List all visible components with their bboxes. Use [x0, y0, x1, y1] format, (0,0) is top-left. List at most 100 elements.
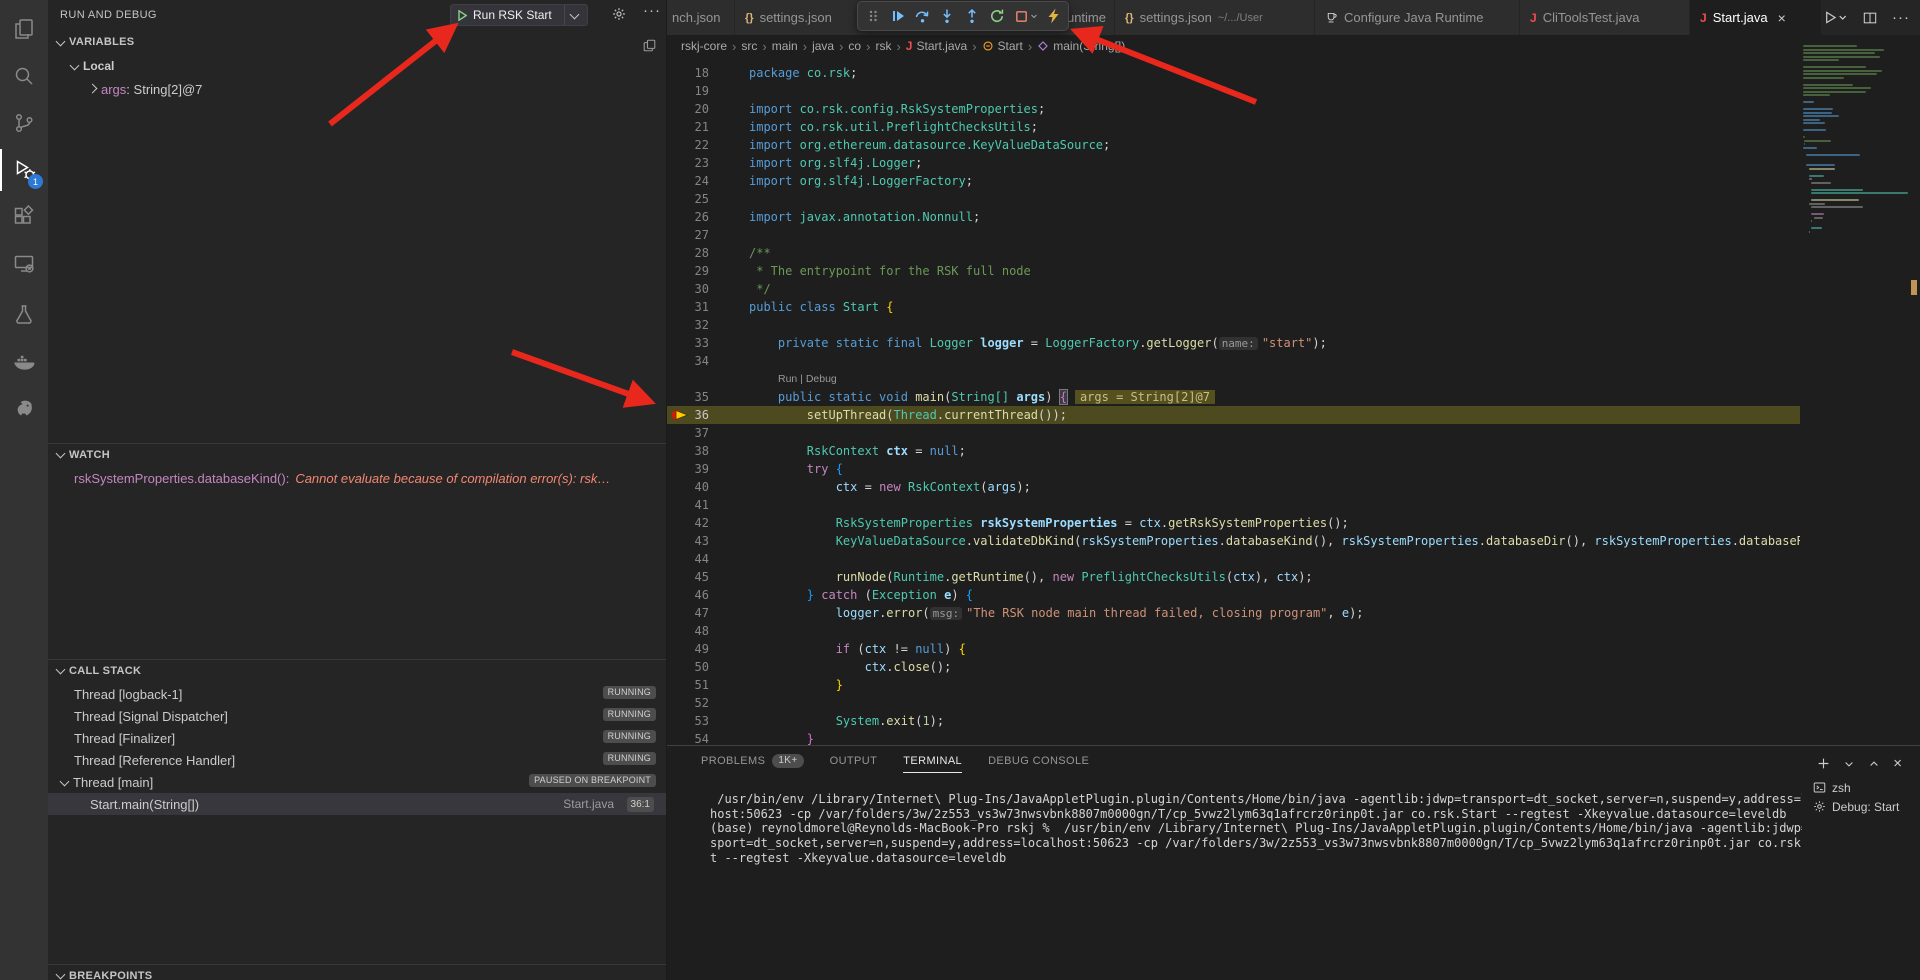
activity-bar-run-and-debug[interactable]: 1 — [0, 149, 48, 191]
debug-step-out-button[interactable] — [960, 4, 984, 28]
minimap[interactable] — [1800, 40, 1905, 680]
watch-expression-row[interactable]: rskSystemProperties.databaseKind(): Cann… — [48, 467, 662, 489]
activity-bar-docker[interactable] — [0, 340, 48, 382]
activity-bar-source-control[interactable] — [0, 102, 48, 144]
line-number[interactable]: 41 — [667, 496, 709, 514]
tab-clitoolstest-java[interactable]: JCliToolsTest.java — [1520, 0, 1690, 35]
sidebar-more-actions-icon[interactable]: ··· — [643, 2, 661, 19]
split-editor-icon[interactable] — [1863, 11, 1877, 25]
line-number[interactable]: 39 — [667, 460, 709, 478]
activity-bar-remote-explorer[interactable] — [0, 243, 48, 285]
line-number[interactable]: 51 — [667, 676, 709, 694]
debug-drag-handle-button[interactable] — [861, 4, 885, 28]
debug-settings-gear-icon[interactable] — [612, 7, 626, 21]
line-number[interactable]: 26 — [667, 208, 709, 226]
watch-section-header[interactable]: WATCH — [48, 443, 666, 465]
line-number[interactable]: 18 — [667, 64, 709, 82]
line-number[interactable]: 35 — [667, 388, 709, 406]
line-number[interactable]: 19 — [667, 82, 709, 100]
line-number[interactable]: 30 — [667, 280, 709, 298]
activity-bar-gradle[interactable] — [0, 386, 48, 428]
terminal-dropdown-icon[interactable] — [1843, 758, 1855, 770]
run-rsk-start-button[interactable]: Run RSK Start — [450, 4, 588, 26]
debug-step-over-button[interactable] — [911, 4, 935, 28]
line-number[interactable]: 45 — [667, 568, 709, 586]
line-number[interactable]: 38 — [667, 442, 709, 460]
line-number[interactable]: 50 — [667, 658, 709, 676]
line-number[interactable]: 24 — [667, 172, 709, 190]
line-number[interactable]: 46 — [667, 586, 709, 604]
breadcrumb-start-java[interactable]: JStart.java — [906, 39, 967, 53]
new-terminal-icon[interactable] — [1817, 757, 1830, 770]
code-editor[interactable]: 18package co.rsk;1920import co.rsk.confi… — [667, 57, 1800, 745]
breadcrumb-java[interactable]: java — [812, 39, 834, 53]
panel-tab-debug-console[interactable]: DEBUG CONSOLE — [988, 755, 1089, 773]
call-stack-section-header[interactable]: CALL STACK — [48, 659, 666, 681]
line-number[interactable]: 37 — [667, 424, 709, 442]
more-actions-icon[interactable]: ··· — [1892, 9, 1910, 26]
line-number[interactable]: 34 — [667, 352, 709, 370]
breakpoints-section-header[interactable]: BREAKPOINTS — [48, 964, 666, 980]
copy-icon[interactable] — [643, 39, 656, 52]
line-number[interactable]: 53 — [667, 712, 709, 730]
call-stack-thread-thread-finalizer[interactable]: Thread [Finalizer]RUNNING — [48, 727, 666, 749]
tab-start-java[interactable]: JStart.java× — [1690, 0, 1822, 35]
breadcrumb-main[interactable]: main — [772, 39, 798, 53]
line-number[interactable]: 27 — [667, 226, 709, 244]
call-stack-thread-thread-logback-1[interactable]: Thread [logback-1]RUNNING — [48, 683, 666, 705]
terminal-output[interactable]: /usr/bin/env /Library/Internet\ Plug-Ins… — [710, 792, 1802, 865]
breadcrumb-start[interactable]: Start — [982, 39, 1023, 53]
tab-settings-json[interactable]: {}settings.json — [735, 0, 870, 35]
breadcrumb-src[interactable]: src — [741, 39, 757, 53]
run-or-debug-icon[interactable] — [1824, 11, 1848, 24]
maximize-panel-icon[interactable] — [1868, 758, 1880, 770]
line-number[interactable]: 31 — [667, 298, 709, 316]
breadcrumb-co[interactable]: co — [848, 39, 861, 53]
line-number[interactable]: 43 — [667, 532, 709, 550]
line-number[interactable]: 28 — [667, 244, 709, 262]
line-number[interactable]: 22 — [667, 136, 709, 154]
activity-bar-extensions[interactable] — [0, 196, 48, 238]
line-number[interactable]: 42 — [667, 514, 709, 532]
terminal-list-item-debug-start[interactable]: Debug: Start — [1805, 797, 1920, 816]
activity-bar-testing[interactable] — [0, 294, 48, 336]
panel-tab-output[interactable]: OUTPUT — [830, 755, 878, 773]
breadcrumb-rsk[interactable]: rsk — [875, 39, 891, 53]
tab-configure-java-runtime[interactable]: Configure Java Runtime — [1315, 0, 1520, 35]
line-number[interactable]: 33 — [667, 334, 709, 352]
panel-tab-problems[interactable]: PROBLEMS1K+ — [701, 754, 804, 774]
activity-bar-explorer[interactable] — [0, 8, 48, 50]
call-stack-thread-thread-signal-dispatcher[interactable]: Thread [Signal Dispatcher]RUNNING — [48, 705, 666, 727]
debug-restart-button[interactable] — [985, 4, 1009, 28]
line-number[interactable]: 29 — [667, 262, 709, 280]
debug-hot-code-replace-button[interactable] — [1041, 4, 1065, 28]
call-stack-thread-thread-main[interactable]: Thread [main]PAUSED ON BREAKPOINT — [48, 771, 666, 793]
debug-step-into-button[interactable] — [935, 4, 959, 28]
variables-scope-local[interactable]: Local — [48, 55, 666, 77]
breadcrumb-main-string[interactable]: main(String[]) — [1037, 39, 1125, 53]
codelens-run-debug[interactable]: Run | Debug — [667, 370, 1800, 388]
tab-nch-json[interactable]: nch.json — [667, 0, 735, 35]
panel-tab-terminal[interactable]: TERMINAL — [903, 755, 962, 773]
line-number[interactable]: 23 — [667, 154, 709, 172]
line-number[interactable]: 52 — [667, 694, 709, 712]
line-number[interactable]: 20 — [667, 100, 709, 118]
line-number[interactable]: 32 — [667, 316, 709, 334]
debug-continue-button[interactable] — [886, 4, 910, 28]
call-stack-thread-thread-reference-handler[interactable]: Thread [Reference Handler]RUNNING — [48, 749, 666, 771]
close-icon[interactable]: × — [1778, 10, 1786, 26]
line-number[interactable]: 54 — [667, 730, 709, 745]
line-number[interactable]: 44 — [667, 550, 709, 568]
close-panel-icon[interactable]: × — [1893, 755, 1902, 772]
current-breakpoint-icon[interactable] — [670, 407, 692, 423]
line-number[interactable]: 49 — [667, 640, 709, 658]
breadcrumb-rskj-core[interactable]: rskj-core — [681, 39, 727, 53]
line-number[interactable]: 40 — [667, 478, 709, 496]
line-number[interactable]: 48 — [667, 622, 709, 640]
stack-frame-start-main[interactable]: Start.main(String[])Start.java36:1 — [48, 793, 666, 815]
activity-bar-search[interactable] — [0, 55, 48, 97]
line-number[interactable]: 47 — [667, 604, 709, 622]
variables-section-header[interactable]: VARIABLES — [48, 31, 666, 53]
terminal-list-item-zsh[interactable]: zsh — [1805, 778, 1920, 797]
line-number[interactable]: 21 — [667, 118, 709, 136]
